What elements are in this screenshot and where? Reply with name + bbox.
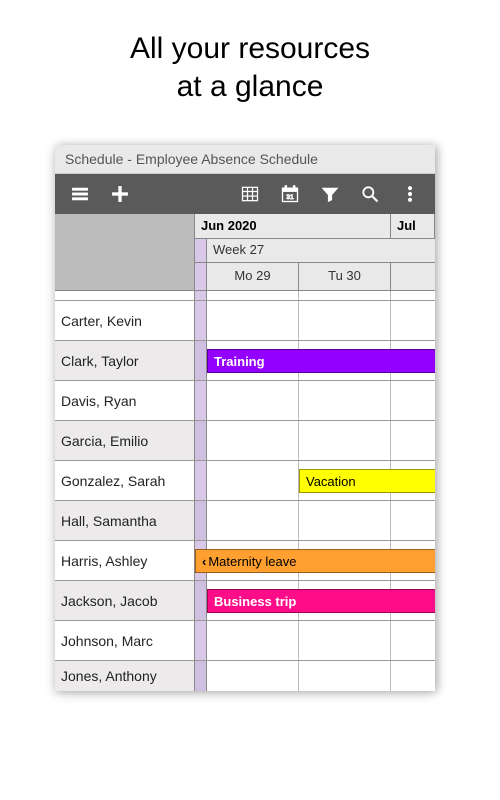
- search-button[interactable]: [351, 174, 389, 214]
- resource-row-cut[interactable]: [55, 291, 195, 301]
- resource-column: Carter, Kevin Clark, Taylor Davis, Ryan …: [55, 214, 195, 691]
- resource-row[interactable]: Clark, Taylor: [55, 341, 195, 381]
- timeline-row[interactable]: [195, 621, 435, 661]
- day-sliver: [195, 263, 207, 290]
- resource-header-blank: [55, 214, 195, 291]
- resource-row[interactable]: Garcia, Emilio: [55, 421, 195, 461]
- plus-icon: [110, 184, 130, 204]
- timeline-row[interactable]: ‹Maternity leave: [195, 541, 435, 581]
- filter-icon: [320, 184, 340, 204]
- marketing-headline: All your resources at a glance: [0, 0, 500, 115]
- add-button[interactable]: [101, 174, 139, 214]
- more-button[interactable]: [391, 174, 429, 214]
- timeline-row[interactable]: [195, 381, 435, 421]
- resource-row[interactable]: Carter, Kevin: [55, 301, 195, 341]
- month-cell[interactable]: Jun 2020: [195, 214, 391, 238]
- search-icon: [360, 184, 380, 204]
- timeline-column: Jun 2020 Jul Week 27 Mo 29 Tu 30 Tr: [195, 214, 435, 691]
- menu-button[interactable]: [61, 174, 99, 214]
- week-sliver: [195, 239, 207, 262]
- event-vacation[interactable]: Vacation: [299, 469, 435, 493]
- schedule-grid[interactable]: Carter, Kevin Clark, Taylor Davis, Ryan …: [55, 214, 435, 691]
- timeline-row[interactable]: [195, 661, 435, 691]
- timeline-row[interactable]: Vacation: [195, 461, 435, 501]
- calendar-button[interactable]: 31: [271, 174, 309, 214]
- more-vertical-icon: [400, 184, 420, 204]
- event-training[interactable]: Training: [207, 349, 435, 373]
- resource-row[interactable]: Harris, Ashley: [55, 541, 195, 581]
- resource-row[interactable]: Johnson, Marc: [55, 621, 195, 661]
- day-cell[interactable]: [391, 263, 435, 290]
- week-label[interactable]: Week 27: [207, 239, 270, 262]
- toolbar: 31: [55, 174, 435, 214]
- title-bar: Schedule - Employee Absence Schedule: [55, 145, 435, 174]
- grid-icon: [240, 184, 260, 204]
- timeline-row[interactable]: Business trip: [195, 581, 435, 621]
- app-window: Schedule - Employee Absence Schedule: [55, 145, 435, 691]
- calendar-icon: 31: [280, 184, 300, 204]
- days-header: Mo 29 Tu 30: [195, 263, 435, 291]
- resource-row[interactable]: Jones, Anthony: [55, 661, 195, 691]
- resource-row[interactable]: Davis, Ryan: [55, 381, 195, 421]
- event-maternity[interactable]: ‹Maternity leave: [195, 549, 435, 573]
- resource-row[interactable]: Gonzalez, Sarah: [55, 461, 195, 501]
- timeline-row-cut[interactable]: [195, 291, 435, 301]
- svg-text:31: 31: [286, 194, 294, 201]
- event-business[interactable]: Business trip: [207, 589, 435, 613]
- hamburger-icon: [70, 184, 90, 204]
- month-header: Jun 2020 Jul: [195, 214, 435, 239]
- month-cell[interactable]: Jul: [391, 214, 435, 238]
- timeline-row[interactable]: [195, 501, 435, 541]
- timeline-row[interactable]: Training: [195, 341, 435, 381]
- grid-view-button[interactable]: [231, 174, 269, 214]
- timeline-row[interactable]: [195, 421, 435, 461]
- resource-row[interactable]: Hall, Samantha: [55, 501, 195, 541]
- timeline-row[interactable]: [195, 301, 435, 341]
- week-header: Week 27: [195, 239, 435, 263]
- day-cell[interactable]: Mo 29: [207, 263, 299, 290]
- day-cell[interactable]: Tu 30: [299, 263, 391, 290]
- filter-button[interactable]: [311, 174, 349, 214]
- chevron-left-icon: ‹: [202, 554, 206, 569]
- resource-row[interactable]: Jackson, Jacob: [55, 581, 195, 621]
